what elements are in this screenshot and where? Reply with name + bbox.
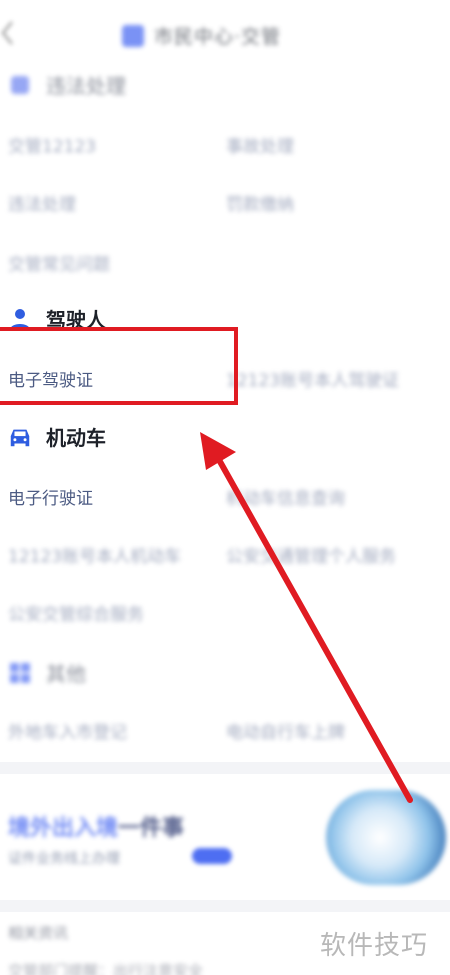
- service-logo-icon: [122, 24, 144, 47]
- page-title-text: 市民中心·交管: [154, 26, 282, 48]
- menu-item-other-2[interactable]: 电动自行车上牌: [226, 718, 345, 743]
- top-bar: 市民中心·交管: [0, 0, 450, 66]
- grid-icon: [8, 661, 32, 685]
- menu-item-vehicle-3[interactable]: 12123账号本人机动车: [8, 542, 181, 567]
- menu-item-vehicle-5[interactable]: 公安交管综合服务: [8, 600, 144, 625]
- news-item[interactable]: 交管部门提醒：出行注意安全: [8, 960, 203, 975]
- section-other-header: 其他: [8, 658, 86, 687]
- banner-title-accent: 境外出入境: [8, 816, 119, 841]
- back-icon[interactable]: [0, 18, 14, 48]
- page-title: 市民中心·交管: [122, 22, 281, 49]
- car-icon: [8, 425, 32, 449]
- traffic-icon: [8, 73, 32, 97]
- menu-item-driver-2[interactable]: 12123账号本人驾驶证: [226, 366, 399, 391]
- section-traffic-title: 违法处理: [46, 74, 126, 98]
- section-traffic-header: 违法处理: [8, 70, 126, 99]
- menu-item-vehicle-4[interactable]: 公安交通管理个人服务: [226, 542, 396, 567]
- menu-item-traffic-3[interactable]: 违法处理: [8, 190, 76, 215]
- section-divider: [0, 762, 450, 774]
- banner-subtitle: 证件业务线上办理: [8, 851, 120, 867]
- electronic-vehicle-license-link[interactable]: 电子行驶证: [8, 484, 93, 509]
- section-vehicle-title: 机动车: [46, 426, 106, 450]
- menu-item-traffic-4[interactable]: 罚款缴纳: [226, 190, 294, 215]
- menu-item-other-1[interactable]: 外地车入市登记: [8, 718, 127, 743]
- section-divider-2: [0, 900, 450, 912]
- watermark-text: 软件技巧: [320, 931, 429, 961]
- highlight-box: [0, 327, 238, 405]
- banner-title: 境外出入境一件事: [8, 810, 184, 842]
- banner-badge: [192, 848, 232, 864]
- menu-item-traffic-2[interactable]: 事故处理: [226, 132, 294, 157]
- section-other-title: 其他: [46, 662, 86, 686]
- banner-title-rest: 一件事: [118, 816, 185, 841]
- menu-item-vehicle-2[interactable]: 机动车信息查询: [226, 484, 345, 509]
- menu-item-traffic-5[interactable]: 交管常见问题: [8, 250, 110, 275]
- news-label: 相关资讯: [8, 924, 69, 942]
- banner-illustration: [326, 790, 446, 885]
- section-vehicle-header: 机动车: [8, 422, 106, 451]
- menu-item-traffic-1[interactable]: 交管12123: [8, 132, 96, 157]
